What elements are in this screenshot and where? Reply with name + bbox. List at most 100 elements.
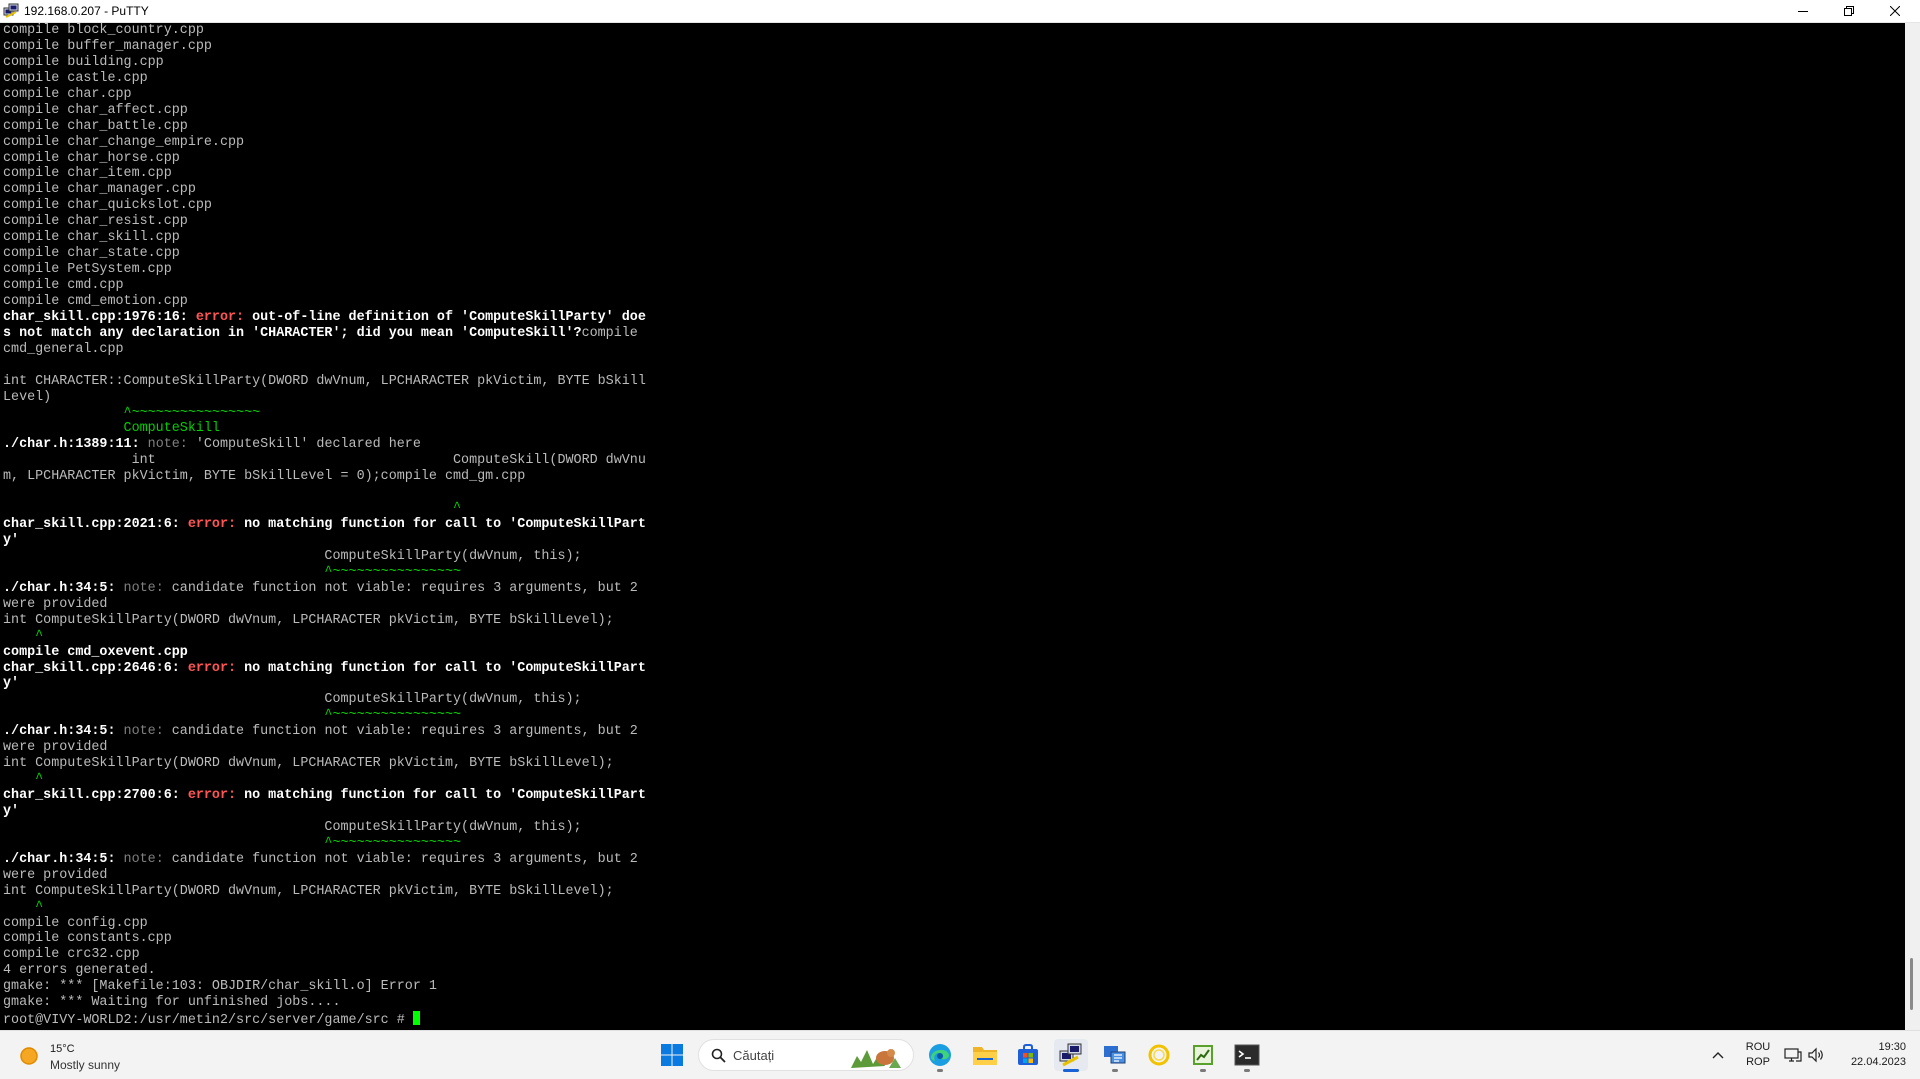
putty-app-icon (3, 3, 19, 19)
terminal-text: note: (123, 724, 172, 740)
terminal-text: ./char.h:34:5: (3, 580, 124, 596)
minimize-button[interactable] (1780, 0, 1826, 22)
store-icon[interactable] (1011, 1039, 1045, 1071)
terminal-text: error: (187, 788, 245, 803)
terminal-line: ^~~~~~~~~~~~~~~~~ (3, 406, 646, 422)
terminal-text: compile char_item.cpp (3, 166, 172, 182)
terminal-line: were provided (3, 597, 646, 613)
terminal-text: compile char_resist.cpp (3, 214, 188, 230)
terminal-text: ./char.h:1389:11: (3, 437, 148, 453)
file-explorer-icon[interactable] (968, 1039, 1002, 1071)
terminal-line: compile castle.cpp (3, 71, 646, 87)
language-code: ROU (1745, 1041, 1771, 1053)
terminal-line: char_skill.cpp:1976:16: error: out-of-li… (3, 310, 646, 326)
terminal-line: ComputeSkillParty(dwVnum, this); (3, 820, 646, 836)
terminal-text: cmd_general.cpp (3, 341, 124, 357)
start-button[interactable] (655, 1039, 689, 1071)
terminal-text: 4 errors generated. (3, 963, 156, 979)
terminal-text: int ComputeSkillParty(DWORD dwVnum, LPCH… (3, 883, 614, 899)
terminal-text: error: (195, 309, 253, 325)
terminal-app-icon[interactable] (1230, 1039, 1264, 1072)
terminal-text: compile block_country.cpp (3, 23, 204, 38)
terminal-line: ./char.h:34:5: note: candidate function … (3, 581, 646, 597)
terminal-line: ComputeSkill (3, 421, 646, 437)
restore-button[interactable] (1826, 0, 1872, 22)
windows-logo-icon (661, 1044, 683, 1066)
terminal-text: ComputeSkillParty(dwVnum, this); (3, 819, 582, 835)
terminal-line: compile char.cpp (3, 87, 646, 103)
terminal-line: compile char_horse.cpp (3, 151, 646, 167)
taskbar-search[interactable] (698, 1039, 914, 1071)
system-clock[interactable]: 19:30 22.04.2023 (1836, 1040, 1906, 1070)
terminal-text: no matching function for call to 'Comput… (244, 788, 646, 803)
weather-temperature: 15°C (50, 1043, 75, 1055)
terminal-text: out-of-line definition of 'ComputeSkillP… (252, 309, 646, 325)
window-titlebar[interactable]: 192.168.0.207 - PuTTY (0, 0, 1920, 23)
terminal-text: error: (187, 660, 245, 676)
window-title: 192.168.0.207 - PuTTY (24, 4, 149, 18)
terminal-text: int ComputeSkillParty(DWORD dwVnum, LPCH… (3, 612, 614, 628)
terminal-line: cmd_general.cpp (3, 342, 646, 358)
terminal-line: compile char_affect.cpp (3, 103, 646, 119)
terminal-text: ^~~~~~~~~~~~~~~~~ (3, 405, 261, 421)
clock-date: 22.04.2023 (1850, 1056, 1906, 1068)
remote-app-icon[interactable] (1098, 1039, 1132, 1072)
terminal-line: were provided (3, 868, 646, 884)
terminal-text: compile char_state.cpp (3, 246, 180, 262)
terminal-text: ComputeSkill (3, 421, 220, 437)
terminal-text: compile char_manager.cpp (3, 182, 196, 198)
terminal-text: compile char_horse.cpp (3, 150, 180, 166)
terminal-line: int ComputeSkillParty(DWORD dwVnum, LPCH… (3, 756, 646, 772)
terminal-line: char_skill.cpp:2646:6: error: no matchin… (3, 661, 646, 677)
running-indicator (1200, 1069, 1206, 1072)
terminal-line: ^ (3, 629, 646, 645)
terminal-scrollbar[interactable] (1905, 23, 1920, 1030)
search-input[interactable] (733, 1045, 843, 1065)
terminal-text: compile cmd_oxevent.cpp (3, 644, 188, 660)
terminal-line: compile config.cpp (3, 916, 646, 932)
terminal-line: ./char.h:34:5: note: candidate function … (3, 724, 646, 740)
volume-icon[interactable] (1807, 1046, 1825, 1064)
editor-app-icon[interactable] (1186, 1039, 1220, 1072)
terminal-line: gmake: *** [Makefile:103: OBJDIR/char_sk… (3, 979, 646, 995)
terminal-line: compile char_manager.cpp (3, 182, 646, 198)
chart-icon (1193, 1045, 1213, 1065)
terminal-text: note: (147, 437, 196, 453)
terminal-line: int ComputeSkillParty(DWORD dwVnum, LPCH… (3, 884, 646, 900)
terminal-area[interactable]: compile block_country.cpp compile buffer_… (0, 23, 1905, 1030)
terminal-line: compile char_battle.cpp (3, 119, 646, 135)
terminal-text: m, LPCHARACTER pkVictim, BYTE bSkillLeve… (3, 469, 526, 485)
terminal-line: compile cmd_emotion.cpp (3, 294, 646, 310)
terminal-text: 'ComputeSkill' declared here (195, 437, 421, 453)
show-hidden-icons-chevron-icon[interactable] (1708, 1045, 1728, 1065)
terminal-line: compile PetSystem.cpp (3, 262, 646, 278)
terminal-text: char_skill.cpp:1976:16: (3, 309, 196, 325)
terminal-text: char_skill.cpp:2700:6: (3, 788, 188, 803)
terminal-line: compile char_quickslot.cpp (3, 198, 646, 214)
clock-time: 19:30 (1878, 1041, 1906, 1053)
terminal-text: no matching function for call to 'Comput… (244, 517, 646, 533)
terminal-text: compile char_affect.cpp (3, 102, 188, 118)
terminal-text: int CHARACTER::ComputeSkillParty(DWORD d… (3, 373, 646, 389)
terminal-line: compile char_skill.cpp (3, 230, 646, 246)
terminal-text: compile config.cpp (3, 915, 148, 931)
edge-icon[interactable] (923, 1039, 957, 1072)
terminal-line: compile cmd_oxevent.cpp (3, 645, 646, 661)
weather-condition: Mostly sunny (50, 1058, 121, 1072)
terminal-text: compile crc32.cpp (3, 947, 140, 963)
putty-icon (1059, 1043, 1082, 1067)
putty-taskbar-icon[interactable] (1054, 1039, 1088, 1072)
terminal-text: gmake: *** [Makefile:103: OBJDIR/char_sk… (3, 979, 437, 995)
scrollbar-thumb[interactable] (1910, 958, 1913, 1010)
notes-app-icon[interactable] (1142, 1039, 1176, 1071)
close-button[interactable] (1872, 0, 1918, 22)
network-icon[interactable] (1784, 1046, 1802, 1064)
terminal-line: compile crc32.cpp (3, 947, 646, 963)
search-icon (711, 1048, 726, 1063)
terminal-text: gmake: *** Waiting for unfinished jobs..… (3, 995, 341, 1011)
terminal-text: error: (187, 517, 245, 533)
input-language-indicator[interactable]: ROU ROP (1744, 1040, 1772, 1070)
terminal-text: y' (3, 676, 20, 692)
